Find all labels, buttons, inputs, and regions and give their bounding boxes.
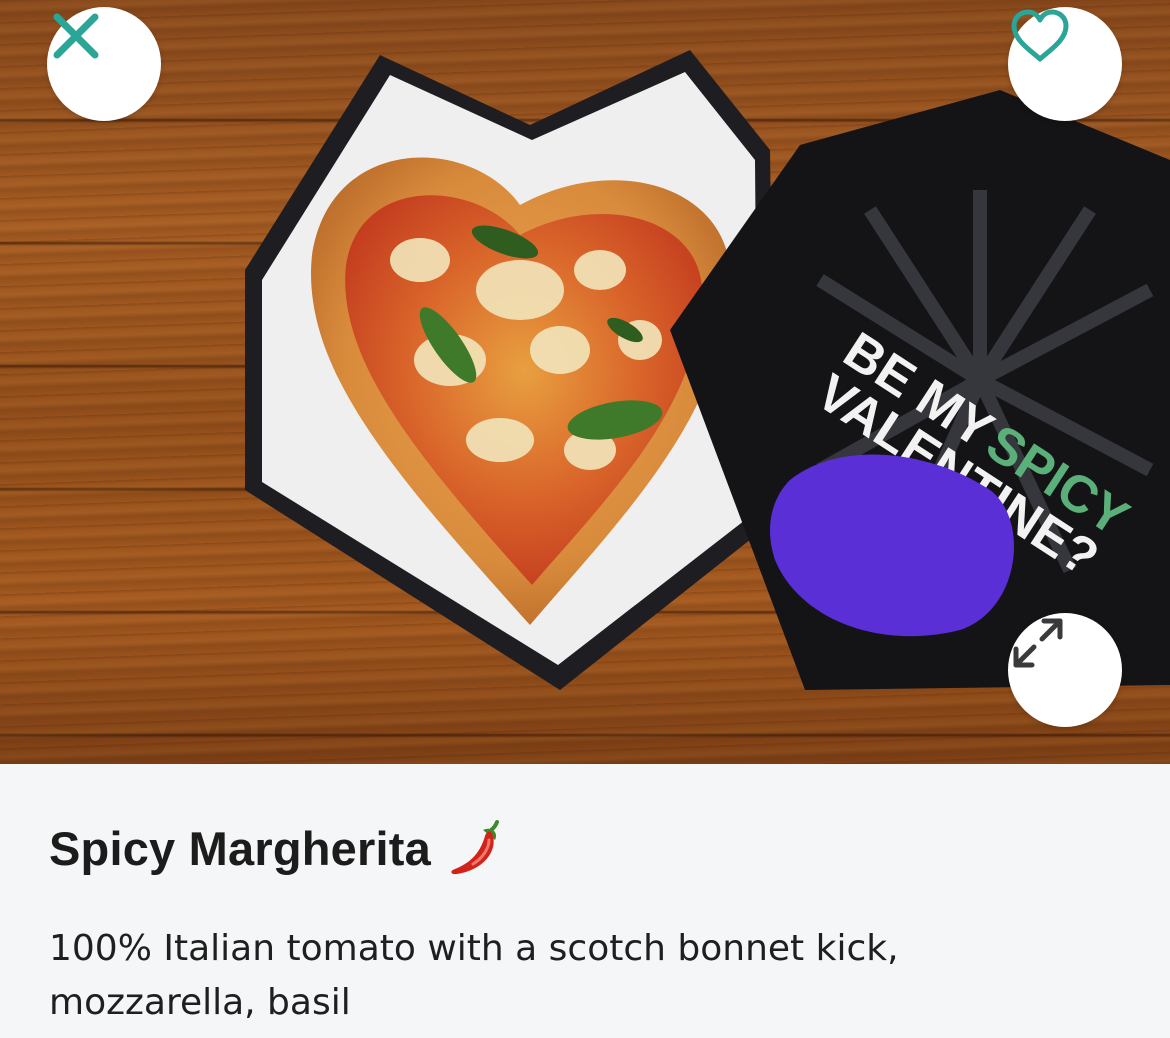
- chili-pepper-icon: [451, 820, 499, 875]
- heart-icon: [1011, 9, 1069, 62]
- expand-image-button[interactable]: [1008, 613, 1122, 727]
- product-info-panel: Spicy Margherita 100% Italian tomato wit…: [0, 764, 1170, 1038]
- product-title-row: Spicy Margherita: [49, 816, 509, 880]
- favorite-button[interactable]: [1008, 7, 1122, 121]
- expand-icon: [1013, 618, 1063, 668]
- close-button[interactable]: [47, 7, 161, 121]
- product-image: BE MY SPICY VALENTINE?: [0, 0, 1170, 764]
- product-title: Spicy Margherita: [49, 821, 431, 875]
- pizza-photo: BE MY SPICY VALENTINE?: [245, 50, 1170, 690]
- close-icon: [53, 13, 99, 59]
- product-description: 100% Italian tomato with a scotch bonnet…: [49, 928, 899, 1023]
